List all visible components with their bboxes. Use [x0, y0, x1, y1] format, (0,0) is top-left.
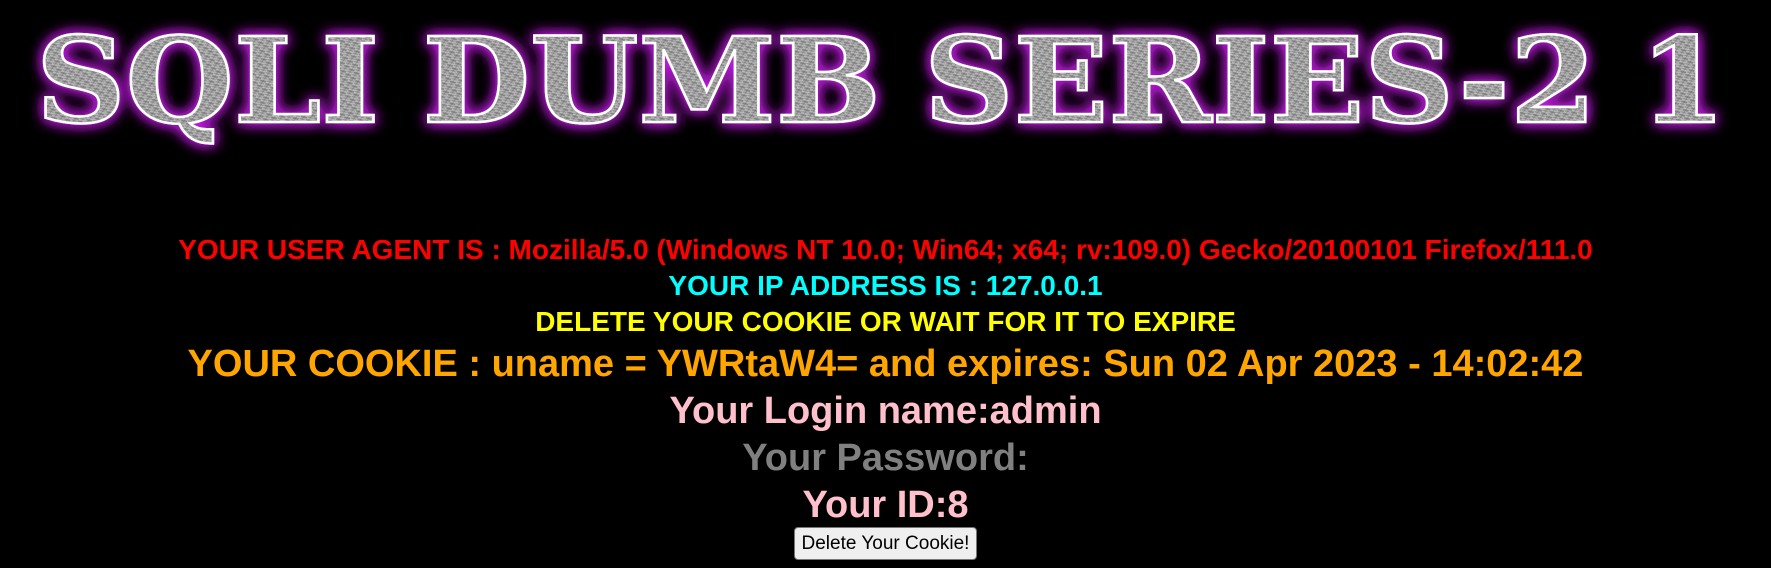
- delete-cookie-button[interactable]: Delete Your Cookie!: [793, 527, 978, 560]
- info-panel: YOUR USER AGENT IS : Mozilla/5.0 (Window…: [0, 232, 1771, 529]
- delete-cookie-form: Delete Your Cookie!: [0, 527, 1771, 560]
- password-text: Your Password:: [742, 437, 1029, 479]
- user-id-text: Your ID:8: [802, 484, 969, 526]
- title-banner-text: SQLI DUMB SERIES-2 1: [36, 14, 1726, 150]
- user-agent-text: YOUR USER AGENT IS : Mozilla/5.0 (Window…: [178, 234, 1593, 265]
- login-name-text: Your Login name:admin: [669, 390, 1102, 432]
- cookie-text: YOUR COOKIE : uname = YWRtaW4= and expir…: [187, 343, 1584, 385]
- title-banner-image: SQLI DUMB SERIES-2 1: [28, 14, 1748, 164]
- ip-address-text: YOUR IP ADDRESS IS : 127.0.0.1: [668, 270, 1103, 301]
- delete-cookie-notice: DELETE YOUR COOKIE OR WAIT FOR IT TO EXP…: [535, 306, 1236, 337]
